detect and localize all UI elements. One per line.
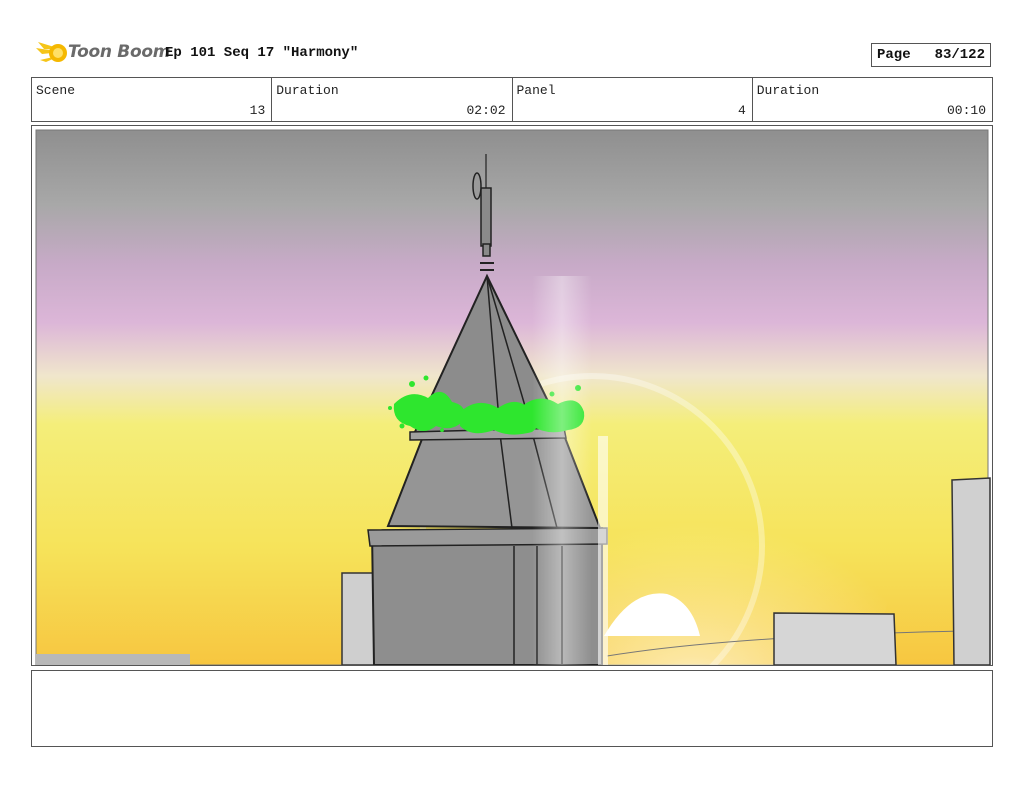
antenna-mast bbox=[480, 187, 492, 247]
sunlight-streak-thin bbox=[598, 436, 608, 665]
panel-label: Panel bbox=[516, 83, 556, 98]
distant-rooftop-left bbox=[36, 654, 190, 665]
antenna-beacon bbox=[472, 172, 482, 200]
storyboard-panel-image bbox=[31, 125, 993, 666]
logo-text: Toon Boom bbox=[68, 42, 171, 62]
panel-duration-cell: Duration 00:10 bbox=[753, 78, 992, 121]
antenna-segment bbox=[482, 243, 491, 257]
scene-duration-value: 02:02 bbox=[466, 103, 506, 118]
building-right-low bbox=[773, 612, 897, 665]
page-counter: Page 83/122 bbox=[871, 43, 991, 67]
scene-cell: Scene 13 bbox=[32, 78, 273, 121]
storyboard-title: Ep 101 Seq 17 "Harmony" bbox=[165, 45, 359, 61]
panel-cell: Panel 4 bbox=[513, 78, 753, 121]
scene-value: 13 bbox=[249, 103, 266, 118]
panel-notes-box bbox=[31, 670, 993, 747]
panel-info-row: Scene 13 Duration 02:02 Panel 4 Duration… bbox=[31, 77, 993, 122]
panel-value: 4 bbox=[737, 103, 746, 118]
panel-duration-value: 00:10 bbox=[946, 103, 986, 118]
panel-drawing bbox=[35, 129, 991, 665]
scene-duration-label: Duration bbox=[276, 83, 339, 98]
sunlight-streak bbox=[532, 276, 592, 665]
scene-duration-cell: Duration 02:02 bbox=[272, 78, 513, 121]
building-right-tall bbox=[951, 477, 991, 665]
page-label: Page bbox=[877, 47, 911, 63]
scene-label: Scene bbox=[36, 83, 76, 98]
page-value: 83/122 bbox=[934, 47, 985, 63]
panel-duration-label: Duration bbox=[756, 83, 820, 98]
